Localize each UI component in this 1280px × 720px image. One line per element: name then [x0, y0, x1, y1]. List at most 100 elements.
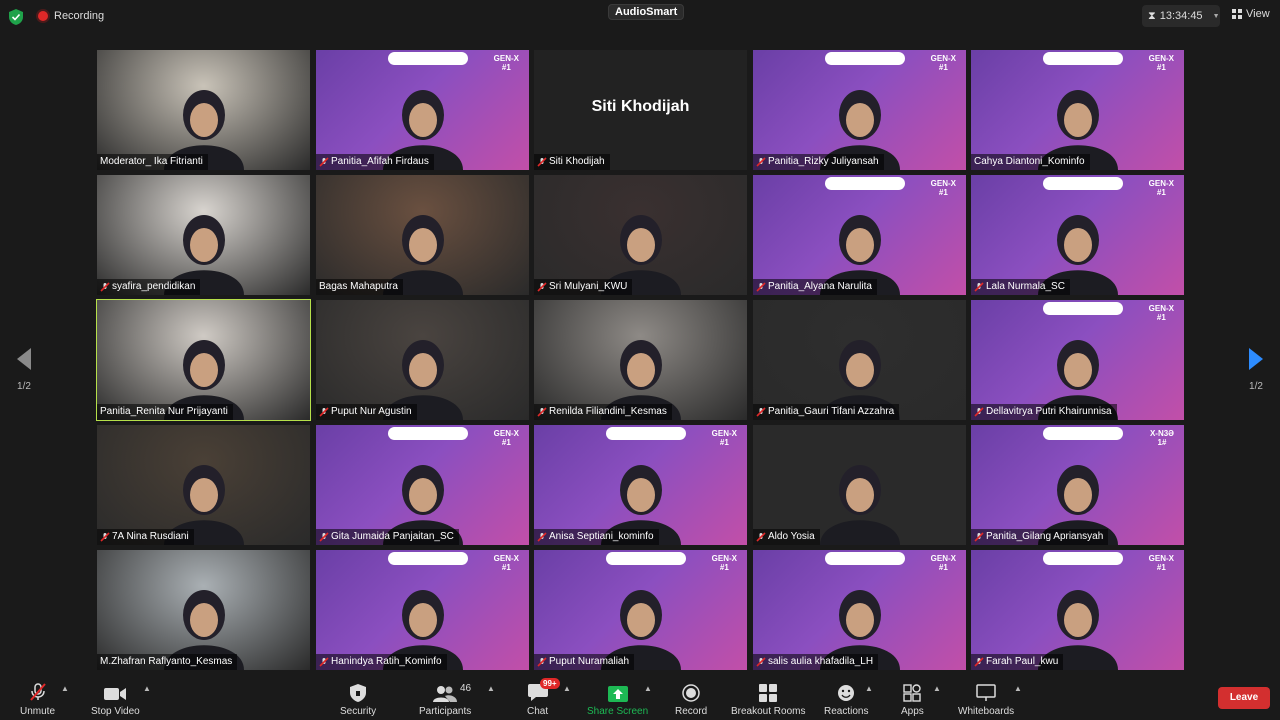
participant-tile[interactable]: GEN-X #1 Panitia_Rizky Juliyansah: [753, 50, 966, 170]
participant-name-tag: Panitia_Afifah Firdaus: [316, 154, 434, 170]
whiteboards-button[interactable]: Whiteboards: [958, 680, 1014, 717]
participant-tile[interactable]: GEN-X #1 salis aulia khafadila_LH: [753, 550, 966, 670]
event-logos: [1043, 552, 1123, 565]
participants-options-caret[interactable]: ▲: [487, 684, 495, 693]
participant-tile[interactable]: GEN-X #1 Dellavitrya Putri Khairunnisa: [971, 300, 1184, 420]
participant-tile[interactable]: syafira_pendidikan: [97, 175, 310, 295]
participant-name-tag: Anisa Septiani_kominfo: [534, 529, 659, 545]
participant-tile[interactable]: GEN-X #1 Hanindya Ratih_Kominfo: [316, 550, 529, 670]
stop-video-button[interactable]: Stop Video: [91, 680, 140, 717]
participant-name: Hanindya Ratih_Kominfo: [331, 656, 442, 667]
chat-options-caret[interactable]: ▲: [563, 684, 571, 693]
meeting-timer[interactable]: ⧗ 13:34:45 ▼: [1142, 5, 1220, 27]
event-banner-label: GEN-X #1: [930, 54, 956, 72]
participant-tile[interactable]: Bagas Mahaputra: [316, 175, 529, 295]
participant-tile[interactable]: Panitia_Renita Nur Prijayanti: [96, 299, 311, 421]
participant-name: Aldo Yosia: [768, 531, 815, 542]
participant-name: Panitia_Renita Nur Prijayanti: [100, 406, 228, 417]
participant-tile[interactable]: Siti Khodijah Siti Khodijah: [534, 50, 747, 170]
participant-tile[interactable]: GEN-X #1 Puput Nuramaliah: [534, 550, 747, 670]
event-logos: [825, 52, 905, 65]
participant-name-tag: Dellavitrya Putri Khairunnisa: [971, 404, 1117, 420]
recording-indicator[interactable]: Recording: [38, 10, 104, 22]
participant-tile[interactable]: Puput Nur Agustin: [316, 300, 529, 420]
participant-name: Puput Nur Agustin: [331, 406, 412, 417]
unmute-button[interactable]: Unmute: [20, 680, 55, 717]
participant-tile[interactable]: Moderator_ Ika Fitrianti: [97, 50, 310, 170]
smiley-icon: [838, 685, 855, 701]
reactions-options-caret[interactable]: ▲: [865, 684, 873, 693]
participant-tile[interactable]: X-N3Ə 1# Panitia_Gilang Apriansyah: [971, 425, 1184, 545]
event-banner-label: GEN-X #1: [1148, 554, 1174, 572]
apps-options-caret[interactable]: ▲: [933, 684, 941, 693]
next-page-button[interactable]: 1/2: [1246, 348, 1266, 392]
video-options-caret[interactable]: ▲: [143, 684, 151, 693]
breakout-rooms-label: Breakout Rooms: [731, 706, 806, 717]
person-silhouette: [819, 465, 900, 545]
mic-muted-icon: [319, 157, 329, 167]
participant-tile[interactable]: Panitia_Gauri Tifani Azzahra: [753, 300, 966, 420]
participant-display-name: Siti Khodijah: [591, 98, 690, 115]
mic-muted-icon: [319, 532, 329, 542]
share-options-caret[interactable]: ▲: [644, 684, 652, 693]
participant-name-tag: Lala Nurmala_SC: [971, 279, 1070, 295]
participant-name-tag: Panitia_Gauri Tifani Azzahra: [753, 404, 900, 420]
participant-tile[interactable]: 7A Nina Rusdiani: [97, 425, 310, 545]
event-banner-label: GEN-X #1: [930, 179, 956, 197]
event-logos: [388, 552, 468, 565]
participant-name-tag: salis aulia khafadila_LH: [753, 654, 879, 670]
record-label: Record: [675, 706, 708, 717]
security-button[interactable]: Security: [340, 680, 376, 717]
participant-tile[interactable]: GEN-X #1 Lala Nurmala_SC: [971, 175, 1184, 295]
reactions-label: Reactions: [824, 706, 869, 717]
view-label: View: [1246, 8, 1270, 20]
audio-options-caret[interactable]: ▲: [61, 684, 69, 693]
participant-tile[interactable]: Sri Mulyani_KWU: [534, 175, 747, 295]
event-banner-label: GEN-X #1: [1148, 54, 1174, 72]
grid-icon: [1232, 9, 1242, 19]
event-logos: [1043, 302, 1123, 315]
participant-name-tag: Farah Paul_kwu: [971, 654, 1064, 670]
reactions-button[interactable]: Reactions: [824, 680, 868, 717]
mic-muted-icon: [29, 683, 46, 701]
leave-button[interactable]: Leave: [1218, 687, 1270, 709]
participant-tile[interactable]: GEN-X #1 Panitia_Alyana Narulita: [753, 175, 966, 295]
participant-tile[interactable]: GEN-X #1 Panitia_Afifah Firdaus: [316, 50, 529, 170]
share-screen-button[interactable]: Share Screen: [587, 680, 648, 717]
whiteboards-options-caret[interactable]: ▲: [1014, 684, 1022, 693]
participant-tile[interactable]: GEN-X #1 Anisa Septiani_kominfo: [534, 425, 747, 545]
breakout-rooms-button[interactable]: Breakout Rooms: [731, 680, 805, 717]
participants-label: Participants: [419, 706, 472, 717]
event-logos: [1043, 177, 1123, 190]
event-logos: [606, 427, 686, 440]
event-logos: [388, 427, 468, 440]
event-logos: [606, 552, 686, 565]
participant-tile[interactable]: GEN-X #1 Cahya Diantoni_Kominfo: [971, 50, 1184, 170]
participant-name: 7A Nina Rusdiani: [112, 531, 189, 542]
view-button[interactable]: View: [1232, 8, 1270, 20]
event-logos: [388, 52, 468, 65]
event-banner-label: GEN-X #1: [493, 554, 519, 572]
apps-button[interactable]: Apps: [901, 680, 924, 717]
participant-name: M.Zhafran Raflyanto_Kesmas: [100, 656, 233, 667]
shield-icon[interactable]: [9, 9, 23, 25]
mic-muted-icon: [756, 407, 766, 417]
participant-name-tag: 7A Nina Rusdiani: [97, 529, 194, 545]
participants-icon: [433, 686, 458, 702]
arrow-right-icon: [1249, 348, 1263, 370]
record-dot-icon: [38, 11, 48, 21]
participant-tile[interactable]: GEN-X #1 Gita Jumaida Panjaitan_SC: [316, 425, 529, 545]
mic-muted-icon: [974, 282, 984, 292]
participant-tile[interactable]: Renilda Filiandini_Kesmas: [534, 300, 747, 420]
participant-tile[interactable]: GEN-X #1 Farah Paul_kwu: [971, 550, 1184, 670]
participant-tile[interactable]: Aldo Yosia: [753, 425, 966, 545]
participant-name-tag: Panitia_Alyana Narulita: [753, 279, 877, 295]
mic-muted-icon: [974, 407, 984, 417]
prev-page-button[interactable]: 1/2: [14, 348, 34, 392]
participants-count: 46: [460, 683, 472, 694]
participant-tile[interactable]: M.Zhafran Raflyanto_Kesmas: [97, 550, 310, 670]
participant-name-tag: syafira_pendidikan: [97, 279, 201, 295]
record-icon: [682, 684, 700, 702]
record-button[interactable]: Record: [675, 680, 707, 717]
participant-name: Cahya Diantoni_Kominfo: [974, 156, 1085, 167]
